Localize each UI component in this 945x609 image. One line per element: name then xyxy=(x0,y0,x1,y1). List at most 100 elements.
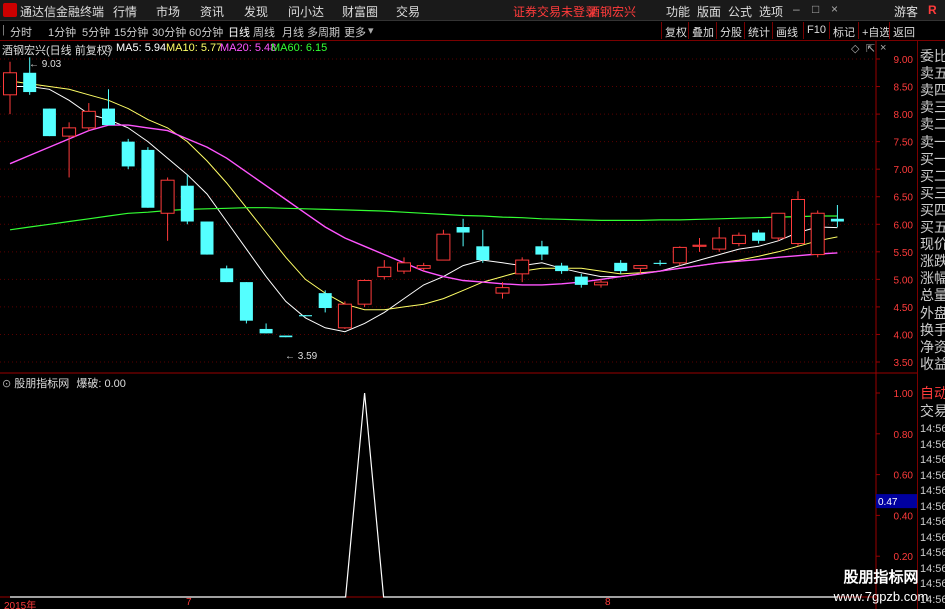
candle-body xyxy=(81,110,96,129)
candle-body xyxy=(771,212,786,239)
candle-body xyxy=(594,281,608,286)
menu-news[interactable]: 资讯 xyxy=(200,3,224,20)
menu-market[interactable]: 市场 xyxy=(156,3,180,20)
f10-button[interactable]: F10 xyxy=(803,22,829,39)
current-stock-name: 酒钢宏兴 xyxy=(588,5,637,19)
candle-body xyxy=(377,266,392,278)
candle-body xyxy=(574,276,588,285)
candle-body xyxy=(337,303,352,329)
trade-panel-label[interactable]: 交易 xyxy=(920,401,945,421)
candle-body xyxy=(397,262,411,272)
period-monthly[interactable]: 月线 xyxy=(282,24,304,40)
candle-body xyxy=(752,232,766,241)
price-tick-label: 8.00 xyxy=(894,110,914,121)
close-icon[interactable]: × xyxy=(831,2,838,16)
candle-body xyxy=(239,282,253,321)
back-button[interactable]: 返回 xyxy=(889,22,918,39)
candle-body xyxy=(141,149,155,208)
price-tick-label: 7.50 xyxy=(894,138,914,149)
candle-body xyxy=(456,227,470,233)
watermark: 股朋指标网 www.7gpzb.com xyxy=(826,566,936,606)
time-label-8: 8 xyxy=(605,597,611,608)
candle-body xyxy=(299,315,312,317)
app-title: 通达信金融终端 xyxy=(20,5,105,19)
maximize-icon[interactable]: □ xyxy=(812,2,819,16)
candle-body xyxy=(259,328,273,334)
period-daily[interactable]: 日线 xyxy=(228,24,250,40)
low-price-annotation: ← 3.59 xyxy=(285,351,318,362)
tick-time: 14:56 xyxy=(920,469,945,482)
candle-body xyxy=(672,246,687,264)
watermark-url: www.7gpzb.com xyxy=(833,589,929,604)
candle-body xyxy=(42,108,56,137)
candle-body xyxy=(633,265,648,269)
minimize-icon[interactable]: – xyxy=(793,2,800,16)
menu-quotes[interactable]: 行情 xyxy=(113,3,137,20)
candle-body xyxy=(653,262,667,264)
menu-functions[interactable]: 功能 xyxy=(666,3,690,20)
candle-body xyxy=(810,212,825,256)
tick-time: 14:56 xyxy=(920,438,945,451)
indicator-toggle-icon[interactable]: ⊙ xyxy=(2,378,11,390)
candle-body xyxy=(3,72,17,96)
menu-trade[interactable]: 交易 xyxy=(396,3,420,20)
candle-body xyxy=(476,246,490,261)
indicator-value: 爆破: 0.00 xyxy=(76,378,126,390)
indicator-name[interactable]: 股朋指标网 xyxy=(14,378,69,390)
candle-body xyxy=(318,293,332,309)
price-tick-label: 5.00 xyxy=(894,275,914,286)
login-notice[interactable]: 证券交易未登录 xyxy=(513,3,597,20)
menu-layout[interactable]: 版面 xyxy=(697,3,721,20)
menu-formula[interactable]: 公式 xyxy=(728,3,752,20)
split-stock-button[interactable]: 分股 xyxy=(716,22,745,39)
period-15min[interactable]: 15分钟 xyxy=(114,24,148,40)
period-60min[interactable]: 60分钟 xyxy=(189,24,223,40)
ma-line-ma5 xyxy=(10,86,838,333)
candlestick-chart[interactable]: 9.00 8.50 8.00 7.50 7.00 6.50 6.00 5.50 5.00 4.50… xyxy=(0,41,917,609)
period-intraday[interactable]: 分时 xyxy=(10,24,32,40)
candle-body xyxy=(180,185,194,222)
period-30min[interactable]: 30分钟 xyxy=(152,24,186,40)
toolbar-separator-icon: | xyxy=(2,24,5,36)
candle-body xyxy=(160,179,175,214)
price-tick-label: 4.00 xyxy=(894,330,914,341)
draw-line-button[interactable]: 画线 xyxy=(772,22,801,39)
candle-body xyxy=(515,259,530,275)
trade-panel-label[interactable]: 自动 xyxy=(920,383,945,403)
app-logo-icon xyxy=(3,3,17,17)
candle-body xyxy=(102,108,115,126)
quote-label: 收益 xyxy=(920,355,945,372)
indicator-tick-label: 0.80 xyxy=(894,430,914,441)
menu-ask-xiaoda[interactable]: 问小达 xyxy=(288,3,324,20)
menu-options[interactable]: 选项 xyxy=(759,3,783,20)
price-tick-label: 8.50 xyxy=(894,83,914,94)
tick-time: 14:56 xyxy=(920,485,945,497)
adjust-price-button[interactable]: 复权 xyxy=(661,22,690,39)
period-weekly[interactable]: 周线 xyxy=(253,24,275,40)
guest-user[interactable]: 游客 xyxy=(894,3,918,20)
statistics-button[interactable]: 统计 xyxy=(744,22,773,39)
candle-body xyxy=(712,237,727,250)
indicator-tick-label: 0.20 xyxy=(894,552,914,563)
period-1min[interactable]: 1分钟 xyxy=(48,24,76,40)
price-tick-label: 7.00 xyxy=(894,165,914,176)
more-dropdown-icon[interactable]: ▾ xyxy=(368,24,374,37)
menu-wealth-circle[interactable]: 财富圈 xyxy=(342,3,378,20)
period-multi[interactable]: 多周期 xyxy=(307,24,340,40)
candle-body xyxy=(279,335,293,338)
menu-discover[interactable]: 发现 xyxy=(244,3,268,20)
overlay-button[interactable]: 叠加 xyxy=(688,22,717,39)
candle-body xyxy=(614,262,628,272)
period-5min[interactable]: 5分钟 xyxy=(82,24,110,40)
tick-time: 14:56 xyxy=(920,516,945,528)
ma-line-ma60 xyxy=(9,207,838,231)
register-icon[interactable]: R xyxy=(928,3,937,17)
indicator-tick-label: 0.40 xyxy=(894,511,914,522)
time-axis: 2015年 7 8 xyxy=(0,597,875,609)
indicator-marker-label: 0.47 xyxy=(878,497,898,508)
mark-button[interactable]: 标记 xyxy=(829,22,858,39)
candle-body xyxy=(731,234,746,245)
price-tick-label: 5.50 xyxy=(894,248,914,259)
candle-body xyxy=(200,221,214,255)
period-more[interactable]: 更多 xyxy=(344,24,366,40)
